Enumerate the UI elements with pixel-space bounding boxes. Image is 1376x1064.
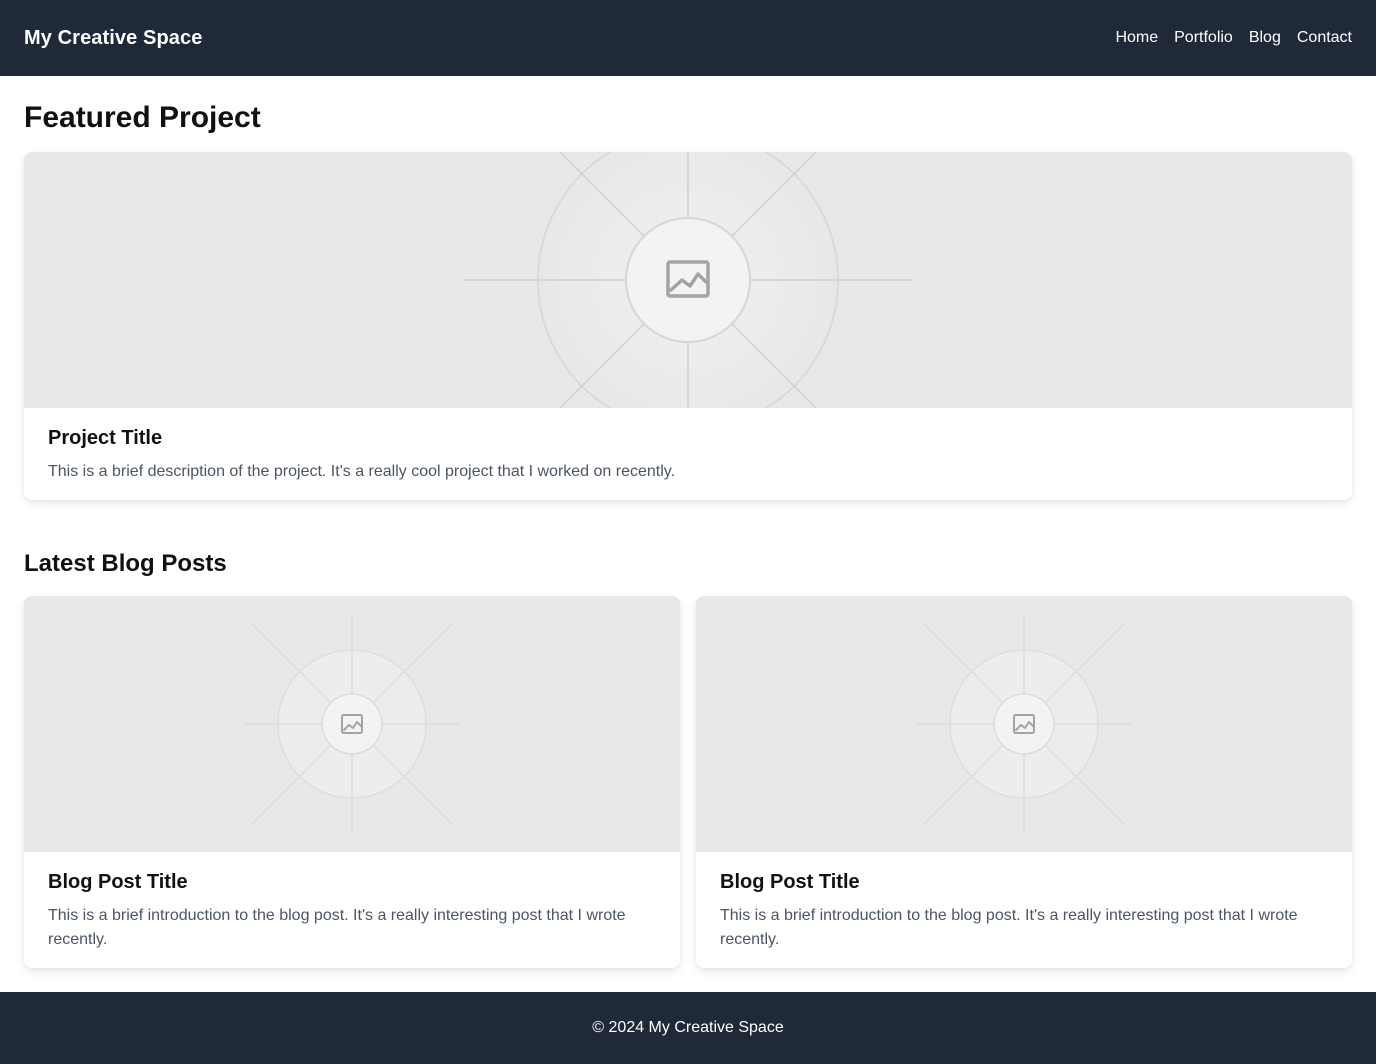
blog-card-body: Blog Post Title This is a brief introduc… — [696, 852, 1352, 952]
site-brand[interactable]: My Creative Space — [24, 27, 202, 50]
project-title[interactable]: Project Title — [48, 426, 1328, 450]
main-nav: Home Portfolio Blog Contact — [1115, 28, 1352, 48]
featured-heading: Featured Project — [24, 101, 261, 134]
blog-post-title[interactable]: Blog Post Title — [720, 870, 1328, 894]
blog-heading: Latest Blog Posts — [24, 550, 227, 577]
nav-home-link[interactable]: Home — [1115, 28, 1158, 48]
site-footer: © 2024 My Creative Space — [0, 992, 1376, 1064]
featured-image-placeholder — [24, 152, 1352, 408]
featured-placeholder-graphic — [464, 152, 912, 408]
blog-post-excerpt: This is a brief introduction to the blog… — [48, 907, 626, 948]
site-header: My Creative Space Home Portfolio Blog Co… — [0, 0, 1376, 76]
blog-image-placeholder — [24, 596, 680, 852]
nav-contact-link[interactable]: Contact — [1297, 28, 1352, 48]
blog-image-placeholder — [696, 596, 1352, 852]
blog-post-card[interactable]: Blog Post Title This is a brief introduc… — [696, 596, 1352, 968]
copyright-text: © 2024 My Creative Space — [592, 1019, 784, 1036]
blog-placeholder-graphic — [244, 616, 460, 832]
blog-placeholder-graphic — [916, 616, 1132, 832]
nav-blog-link[interactable]: Blog — [1249, 28, 1281, 48]
featured-card-body: Project Title This is a brief descriptio… — [24, 408, 1352, 484]
nav-portfolio-link[interactable]: Portfolio — [1174, 28, 1233, 48]
blog-card-body: Blog Post Title This is a brief introduc… — [24, 852, 680, 952]
project-description: This is a brief description of the proje… — [48, 463, 676, 480]
featured-project-card[interactable]: Project Title This is a brief descriptio… — [24, 152, 1352, 500]
blog-post-title[interactable]: Blog Post Title — [48, 870, 656, 894]
blog-post-card[interactable]: Blog Post Title This is a brief introduc… — [24, 596, 680, 968]
blog-post-excerpt: This is a brief introduction to the blog… — [720, 907, 1298, 948]
